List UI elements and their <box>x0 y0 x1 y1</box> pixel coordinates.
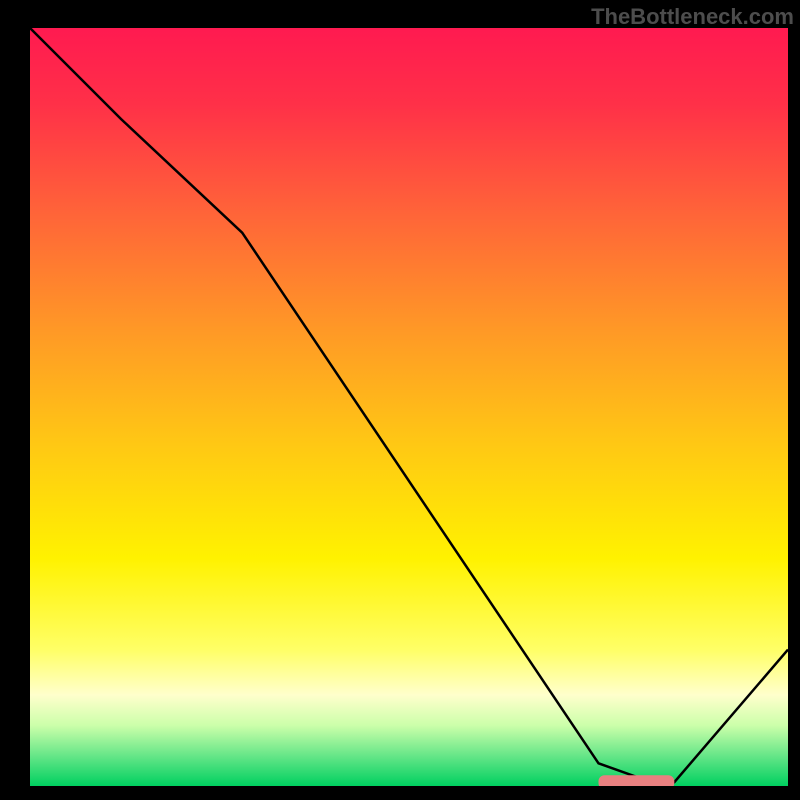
left-axis-border <box>0 0 30 800</box>
chart-svg <box>0 0 800 800</box>
chart-container: TheBottleneck.com <box>0 0 800 800</box>
bottom-axis-border <box>0 786 800 800</box>
watermark-text: TheBottleneck.com <box>591 4 794 30</box>
